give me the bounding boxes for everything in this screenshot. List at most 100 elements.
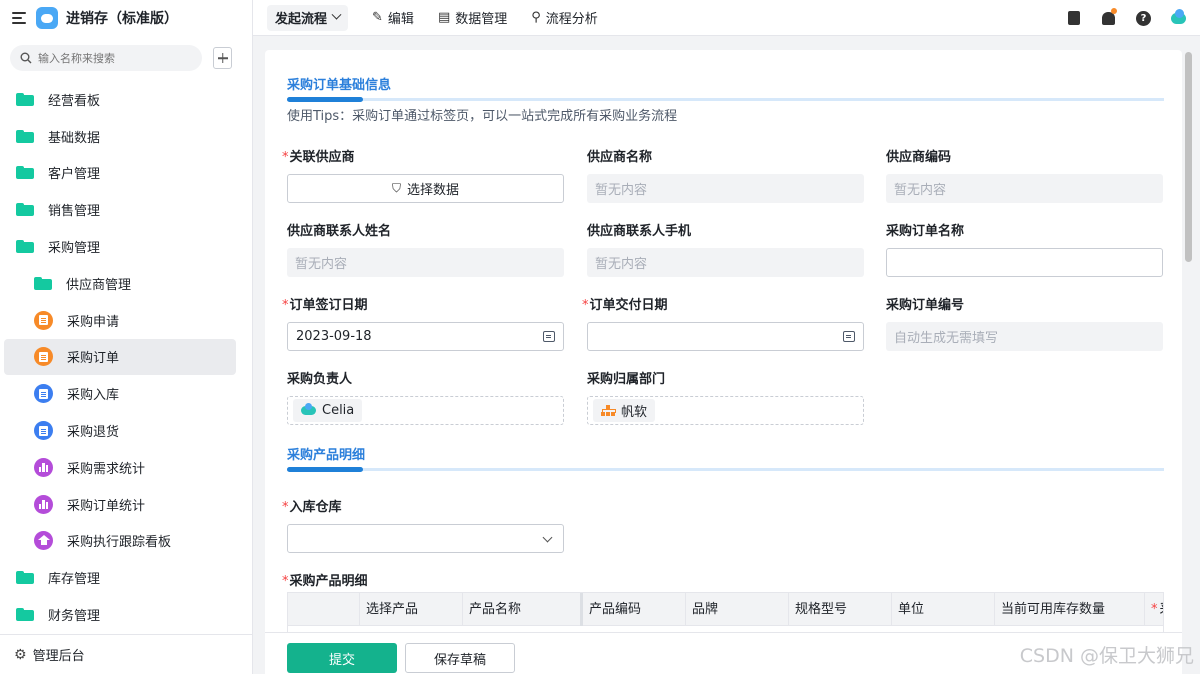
save-draft-button[interactable]: 保存草稿 xyxy=(405,643,515,673)
field-label: 供应商名称 xyxy=(587,150,653,165)
sidebar-item-label: 采购管理 xyxy=(48,241,101,257)
product-detail-table: 选择产品 产品名称 产品编码 品牌 规格型号 单位 当前可用库存数量 *采 xyxy=(287,592,1164,632)
folder-icon xyxy=(16,608,34,622)
sidebar-item-purchase-inbound[interactable]: 采购入库 xyxy=(0,375,252,412)
column-header-spec: 规格型号 xyxy=(789,593,892,626)
sidebar-item-customers[interactable]: 客户管理 xyxy=(0,155,252,192)
org-chart-icon xyxy=(601,404,616,417)
sidebar-item-purchase-request[interactable]: 采购申请 xyxy=(0,302,252,339)
field-label: 采购产品明细 xyxy=(289,574,368,589)
supplier-code-value: 暂无内容 xyxy=(886,174,1163,203)
field-label: 订单交付日期 xyxy=(589,298,668,313)
gear-icon: ⚙ xyxy=(14,646,27,663)
order-name-input[interactable] xyxy=(886,248,1163,277)
data-manage-label: 数据管理 xyxy=(455,12,508,27)
department-picker[interactable]: 帆软 xyxy=(587,396,864,425)
bar-chart-icon xyxy=(34,457,53,477)
sidebar-item-label: 采购申请 xyxy=(67,314,120,330)
sidebar-item-label: 财务管理 xyxy=(48,609,101,625)
top-toolbar: 发起流程 ✎ 编辑 ▤ 数据管理 ⚲ 流程分析 ? xyxy=(253,0,1200,36)
add-button[interactable] xyxy=(213,47,232,69)
contact-phone-value: 暂无内容 xyxy=(587,248,864,277)
sidebar-item-purchase-return[interactable]: 采购退货 xyxy=(0,412,252,449)
select-data-label: 选择数据 xyxy=(407,183,460,198)
section-title-basic: 采购订单基础信息 xyxy=(287,78,392,93)
table-icon: ▤ xyxy=(437,10,451,25)
flow-analysis-label: 流程分析 xyxy=(545,12,598,27)
sidebar-item-order-stats[interactable]: 采购订单统计 xyxy=(0,486,252,523)
select-data-icon: ⛉ xyxy=(391,181,401,195)
field-label: 入库仓库 xyxy=(289,500,342,515)
column-header-product-code: 产品编码 xyxy=(583,593,686,626)
sidebar-item-label: 采购需求统计 xyxy=(67,461,146,477)
section-divider xyxy=(287,467,1164,472)
table-header: 选择产品 产品名称 产品编码 品牌 规格型号 单位 当前可用库存数量 *采 xyxy=(288,593,1163,626)
notebook-icon[interactable] xyxy=(1066,11,1081,26)
calendar-icon[interactable] xyxy=(543,331,555,342)
calendar-icon[interactable] xyxy=(843,331,855,342)
sidebar-item-label: 客户管理 xyxy=(48,167,101,183)
field-supplier-name: 供应商名称 暂无内容 xyxy=(587,146,864,203)
scrollbar[interactable] xyxy=(1185,52,1192,262)
sidebar-item-finance[interactable]: 财务管理 xyxy=(0,596,252,633)
edit-button[interactable]: ✎ 编辑 xyxy=(372,8,414,27)
form-icon xyxy=(34,310,53,330)
sidebar-item-sales[interactable]: 销售管理 xyxy=(0,191,252,228)
sidebar-item-basic-data[interactable]: 基础数据 xyxy=(0,118,252,155)
flow-analysis-button[interactable]: ⚲ 流程分析 xyxy=(531,8,598,27)
select-data-button[interactable]: ⛉ 选择数据 xyxy=(287,174,564,203)
column-header-label: 采 xyxy=(1160,602,1164,617)
owner-picker[interactable]: Celia xyxy=(287,396,564,425)
sign-date-input[interactable]: 2023-09-18 xyxy=(287,322,564,351)
owner-chip[interactable]: Celia xyxy=(293,399,363,422)
field-owner: 采购负责人 Celia xyxy=(287,368,564,425)
folder-icon xyxy=(16,92,34,106)
field-order-no: 采购订单编号 自动生成无需填写 xyxy=(886,294,1163,351)
sidebar-item-label: 供应商管理 xyxy=(66,277,132,293)
bell-icon[interactable] xyxy=(1101,7,1117,26)
sign-date-value: 2023-09-18 xyxy=(296,329,372,344)
sidebar-nav: 经营看板 基础数据 客户管理 销售管理 采购管理 供应商管理 采购申请 采购订单… xyxy=(0,81,252,633)
sidebar: 进销存（标准版） 经营看板 基础数据 客户管理 销售管理 采购管理 xyxy=(0,0,253,674)
folder-icon xyxy=(16,166,34,180)
search-box[interactable] xyxy=(10,45,202,71)
sidebar-item-suppliers[interactable]: 供应商管理 xyxy=(0,265,252,302)
contact-name-value: 暂无内容 xyxy=(287,248,564,277)
data-manage-button[interactable]: ▤ 数据管理 xyxy=(438,8,507,27)
warehouse-select[interactable] xyxy=(287,524,564,553)
column-header-purchase-qty: *采 xyxy=(1145,593,1164,626)
department-chip[interactable]: 帆软 xyxy=(593,399,656,422)
sidebar-item-label: 基础数据 xyxy=(48,130,101,146)
sidebar-item-label: 采购订单统计 xyxy=(67,498,146,514)
edit-label: 编辑 xyxy=(387,12,414,27)
delivery-date-input[interactable] xyxy=(587,322,864,351)
admin-link[interactable]: ⚙ 管理后台 xyxy=(0,634,252,674)
sidebar-item-label: 销售管理 xyxy=(48,204,101,220)
submit-button[interactable]: 提交 xyxy=(287,643,397,673)
supplier-name-value: 暂无内容 xyxy=(587,174,864,203)
field-label: 采购订单名称 xyxy=(886,224,965,239)
department-name: 帆软 xyxy=(621,405,648,420)
sidebar-item-inventory[interactable]: 库存管理 xyxy=(0,559,252,596)
pencil-icon: ✎ xyxy=(372,10,383,25)
section-title-products: 采购产品明细 xyxy=(287,448,366,463)
folder-open-icon xyxy=(16,240,34,254)
app-title: 进销存（标准版） xyxy=(66,11,178,27)
sidebar-item-tracking-board[interactable]: 采购执行跟踪看板 xyxy=(0,523,252,560)
sidebar-item-label: 采购执行跟踪看板 xyxy=(67,535,172,551)
field-warehouse: *入库仓库 xyxy=(282,496,564,553)
menu-icon[interactable] xyxy=(12,12,26,24)
sidebar-item-demand-stats[interactable]: 采购需求统计 xyxy=(0,449,252,486)
field-supplier: *关联供应商 ⛉ 选择数据 xyxy=(282,146,564,203)
sidebar-item-dashboard[interactable]: 经营看板 xyxy=(0,81,252,118)
avatar[interactable] xyxy=(1171,8,1186,26)
field-delivery-date: *订单交付日期 xyxy=(582,294,864,351)
search-input[interactable] xyxy=(38,51,188,65)
folder-icon xyxy=(16,571,34,585)
sidebar-item-purchase[interactable]: 采购管理 xyxy=(0,228,252,265)
launch-process-button[interactable]: 发起流程 xyxy=(267,4,349,31)
help-icon[interactable]: ? xyxy=(1136,10,1151,26)
admin-label: 管理后台 xyxy=(32,649,85,664)
folder-icon xyxy=(34,276,52,290)
sidebar-item-purchase-order[interactable]: 采购订单 xyxy=(4,338,236,376)
